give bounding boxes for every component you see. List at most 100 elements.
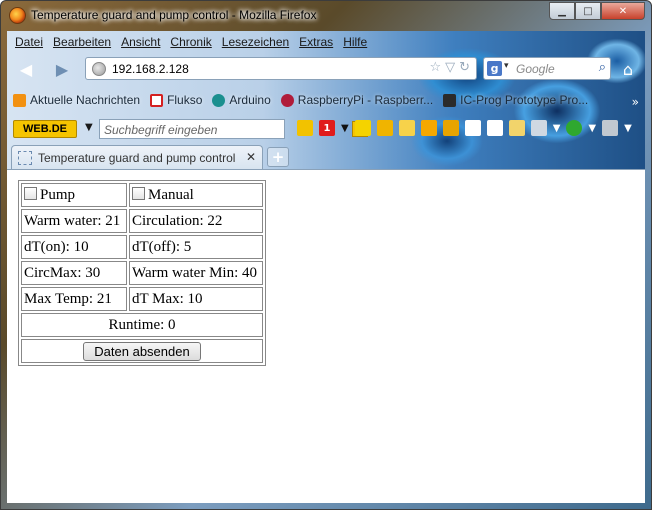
max-temp-cell: Max Temp: 21: [21, 287, 127, 311]
home-icon[interactable]: ⌂: [617, 58, 639, 80]
firefox-icon: [9, 7, 26, 24]
search-input[interactable]: Google: [516, 62, 555, 76]
more-bookmarks-icon[interactable]: »: [632, 95, 639, 109]
menu-extras[interactable]: Extras: [299, 35, 333, 49]
webde-search-placeholder: Suchbegriff eingeben: [104, 123, 218, 137]
menu-bar: Datei Bearbeiten Ansicht Chronik Lesezei…: [15, 35, 367, 49]
table-row: Daten absenden: [21, 339, 263, 363]
page-icon: [18, 151, 32, 165]
bookmark-label: Flukso: [167, 93, 203, 107]
menu-bearbeiten[interactable]: Bearbeiten: [53, 35, 111, 49]
control-form: Pump Manual Warm water: 21 Circulation: …: [18, 180, 266, 366]
url-actions: ☆ ▽ ↻: [429, 60, 470, 75]
warm-water-min-cell: Warm water Min: 40: [129, 261, 263, 285]
manual-label: Manual: [148, 186, 194, 203]
tab-strip: Temperature guard and pump control ✕ +: [7, 145, 645, 169]
url-text[interactable]: 192.168.2.128: [112, 62, 189, 76]
news-dropdown-icon[interactable]: ▼: [553, 123, 561, 134]
dt-max-cell: dT Max: 10: [129, 287, 263, 311]
bookmarks-bar: Aktuelle Nachrichten Flukso Arduino Rasp…: [13, 93, 594, 107]
warm-water-cell: Warm water: 21: [21, 209, 127, 233]
camera-icon[interactable]: [442, 120, 459, 136]
webde-dropdown-icon[interactable]: ▼: [85, 122, 93, 133]
bookmark-label: Arduino: [229, 93, 271, 107]
bookmark-label: RaspberryPi - Raspberr...: [297, 93, 434, 107]
circulation-cell: Circulation: 22: [129, 209, 263, 233]
webde-toolbar: WEB.DE ▼ Suchbegriff eingeben ⌕ 1 ▼ ▼: [13, 119, 645, 141]
table-row: Max Temp: 21 dT Max: 10: [21, 287, 263, 311]
weather-icon[interactable]: [508, 120, 525, 136]
navigation-bar: ◀ ▶ 192.168.2.128 ☆ ▽ ↻ g ▾ Google ⌕ ⌂: [7, 55, 645, 81]
browser-chrome: Datei Bearbeiten Ansicht Chronik Lesezei…: [7, 31, 645, 169]
new-tab-button[interactable]: +: [267, 147, 289, 167]
maximize-button[interactable]: □: [575, 2, 601, 20]
tab-label: Temperature guard and pump control: [38, 151, 236, 165]
note-icon[interactable]: [354, 120, 371, 136]
window-title: Temperature guard and pump control - Moz…: [31, 8, 317, 22]
close-button[interactable]: ✕: [601, 2, 645, 20]
webde-toolbar-icons: 1 ▼ ▼ ▼ ▼: [297, 120, 632, 136]
circmax-cell: CircMax: 30: [21, 261, 127, 285]
raspberry-icon: [280, 93, 294, 107]
arduino-icon: [212, 93, 226, 107]
bookmark-flukso[interactable]: Flukso: [150, 93, 202, 107]
bookmark-ic-prog[interactable]: IC-Prog Prototype Pro...: [443, 93, 588, 107]
amazon-icon[interactable]: [464, 120, 481, 136]
reload-icon[interactable]: ↻: [459, 60, 470, 75]
cloud-icon[interactable]: [398, 120, 415, 136]
menu-datei[interactable]: Datei: [15, 35, 43, 49]
tab-temperature-guard[interactable]: Temperature guard and pump control ✕: [11, 145, 263, 169]
mail-count-badge[interactable]: 1: [319, 120, 335, 136]
browser-window: Temperature guard and pump control - Moz…: [0, 0, 652, 510]
webde-logo-button[interactable]: WEB.DE: [13, 120, 77, 138]
bookmark-arduino[interactable]: Arduino: [212, 93, 271, 107]
forward-icon[interactable]: ▶: [51, 58, 73, 80]
globe-icon: [92, 62, 106, 76]
pump-cell: Pump: [21, 183, 127, 207]
back-icon[interactable]: ◀: [15, 58, 37, 80]
close-tab-icon[interactable]: ✕: [246, 150, 256, 164]
pump-checkbox[interactable]: [24, 186, 37, 200]
minimize-button[interactable]: ▁: [549, 2, 575, 20]
menu-lesezeichen[interactable]: Lesezeichen: [222, 35, 289, 49]
dt-on-cell: dT(on): 10: [21, 235, 127, 259]
menu-chronik[interactable]: Chronik: [170, 35, 211, 49]
mail-dropdown-icon[interactable]: ▼: [341, 123, 349, 134]
mail-icon[interactable]: [297, 120, 313, 136]
dt-off-cell: dT(off): 5: [129, 235, 263, 259]
tools-dropdown-icon[interactable]: ▼: [624, 123, 632, 134]
history-dropdown-icon[interactable]: ▽: [445, 60, 455, 75]
table-row: dT(on): 10 dT(off): 5: [21, 235, 263, 259]
submit-button[interactable]: Daten absenden: [83, 341, 201, 361]
search-engine-dropdown-icon[interactable]: ▾: [504, 61, 509, 71]
bookmark-label: IC-Prog Prototype Pro...: [460, 93, 589, 107]
ebay-icon[interactable]: [486, 120, 503, 136]
contacts-icon[interactable]: [376, 120, 393, 136]
url-bar[interactable]: 192.168.2.128 ☆ ▽ ↻: [85, 57, 477, 80]
page-content: Pump Manual Warm water: 21 Circulation: …: [7, 169, 645, 503]
google-icon[interactable]: g: [487, 61, 502, 76]
flukso-icon: [150, 93, 164, 107]
rss-icon: [13, 93, 26, 107]
title-bar: Temperature guard and pump control - Moz…: [1, 1, 651, 31]
table-row: Runtime: 0: [21, 313, 263, 337]
menu-hilfe[interactable]: Hilfe: [343, 35, 367, 49]
bookmark-raspberrypi[interactable]: RaspberryPi - Raspberr...: [280, 93, 434, 107]
table-row: Warm water: 21 Circulation: 22: [21, 209, 263, 233]
bookmark-aktuelle-nachrichten[interactable]: Aktuelle Nachrichten: [13, 93, 140, 107]
manual-checkbox[interactable]: [132, 186, 145, 200]
menu-ansicht[interactable]: Ansicht: [121, 35, 160, 49]
webde-search-input[interactable]: Suchbegriff eingeben ⌕: [99, 119, 368, 139]
table-row: Pump Manual: [21, 183, 263, 207]
news-icon[interactable]: [530, 120, 547, 136]
tools-icon[interactable]: [602, 120, 619, 136]
search-box[interactable]: g ▾ Google ⌕: [483, 57, 611, 80]
bookmark-star-icon[interactable]: ☆: [429, 60, 441, 75]
manual-cell: Manual: [129, 183, 263, 207]
power-icon[interactable]: [566, 120, 583, 136]
bookmark-label: Aktuelle Nachrichten: [30, 93, 141, 107]
magnifier-icon[interactable]: ⌕: [599, 60, 606, 75]
pump-label: Pump: [40, 186, 76, 203]
power-dropdown-icon[interactable]: ▼: [588, 123, 596, 134]
sms-icon[interactable]: [420, 120, 437, 136]
